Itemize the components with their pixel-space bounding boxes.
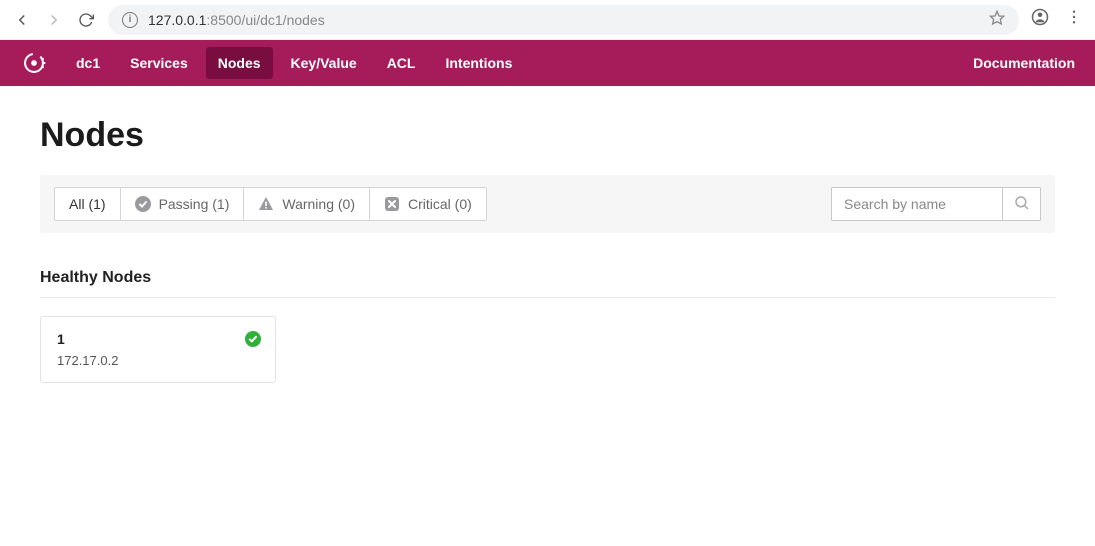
profile-icon[interactable] [1031,8,1049,31]
healthy-nodes-heading: Healthy Nodes [40,269,1055,298]
search-wrap [831,187,1041,221]
warning-triangle-icon [258,196,274,212]
node-card[interactable]: 1 172.17.0.2 [40,316,276,383]
check-circle-icon [135,196,151,212]
documentation-link[interactable]: Documentation [973,55,1075,71]
reload-button[interactable] [76,10,96,30]
nav-key-value[interactable]: Key/Value [279,47,369,79]
filter-warning[interactable]: Warning (0) [244,188,370,220]
filter-all-label: All (1) [69,196,106,212]
search-button[interactable] [1002,188,1040,220]
nav-nodes[interactable]: Nodes [206,47,273,79]
bookmark-icon[interactable] [989,10,1005,29]
filter-passing[interactable]: Passing (1) [121,188,245,220]
back-button[interactable] [12,10,32,30]
node-name: 1 [57,331,259,347]
node-address: 172.17.0.2 [57,353,259,368]
browser-toolbar: i 127.0.0.1:8500/ui/dc1/nodes [0,0,1095,40]
x-square-icon [384,196,400,212]
filter-tabs: All (1) Passing (1) Warning (0) Critical… [54,187,487,221]
filter-critical-label: Critical (0) [408,196,472,212]
filter-passing-label: Passing (1) [159,196,230,212]
healthy-nodes-list: 1 172.17.0.2 [40,316,1055,383]
nav-intentions[interactable]: Intentions [433,47,524,79]
site-info-icon[interactable]: i [122,12,138,28]
app-header: dc1 Services Nodes Key/Value ACL Intenti… [0,40,1095,86]
datacenter-selector[interactable]: dc1 [64,47,112,79]
address-text: 127.0.0.1:8500/ui/dc1/nodes [148,12,979,28]
search-input[interactable] [832,188,1002,220]
status-passing-icon [245,331,261,347]
nav-acl[interactable]: ACL [375,47,428,79]
nav-services[interactable]: Services [118,47,200,79]
filter-warning-label: Warning (0) [282,196,355,212]
page-title: Nodes [40,116,1055,155]
page-content: Nodes All (1) Passing (1) Warning (0) [0,86,1095,413]
filter-bar: All (1) Passing (1) Warning (0) Critical… [40,175,1055,233]
consul-logo-icon[interactable] [20,49,48,77]
address-bar[interactable]: i 127.0.0.1:8500/ui/dc1/nodes [108,5,1019,35]
search-icon [1013,194,1031,215]
forward-button[interactable] [44,10,64,30]
filter-critical[interactable]: Critical (0) [370,188,486,220]
filter-all[interactable]: All (1) [55,188,121,220]
browser-menu-icon[interactable] [1065,8,1083,31]
